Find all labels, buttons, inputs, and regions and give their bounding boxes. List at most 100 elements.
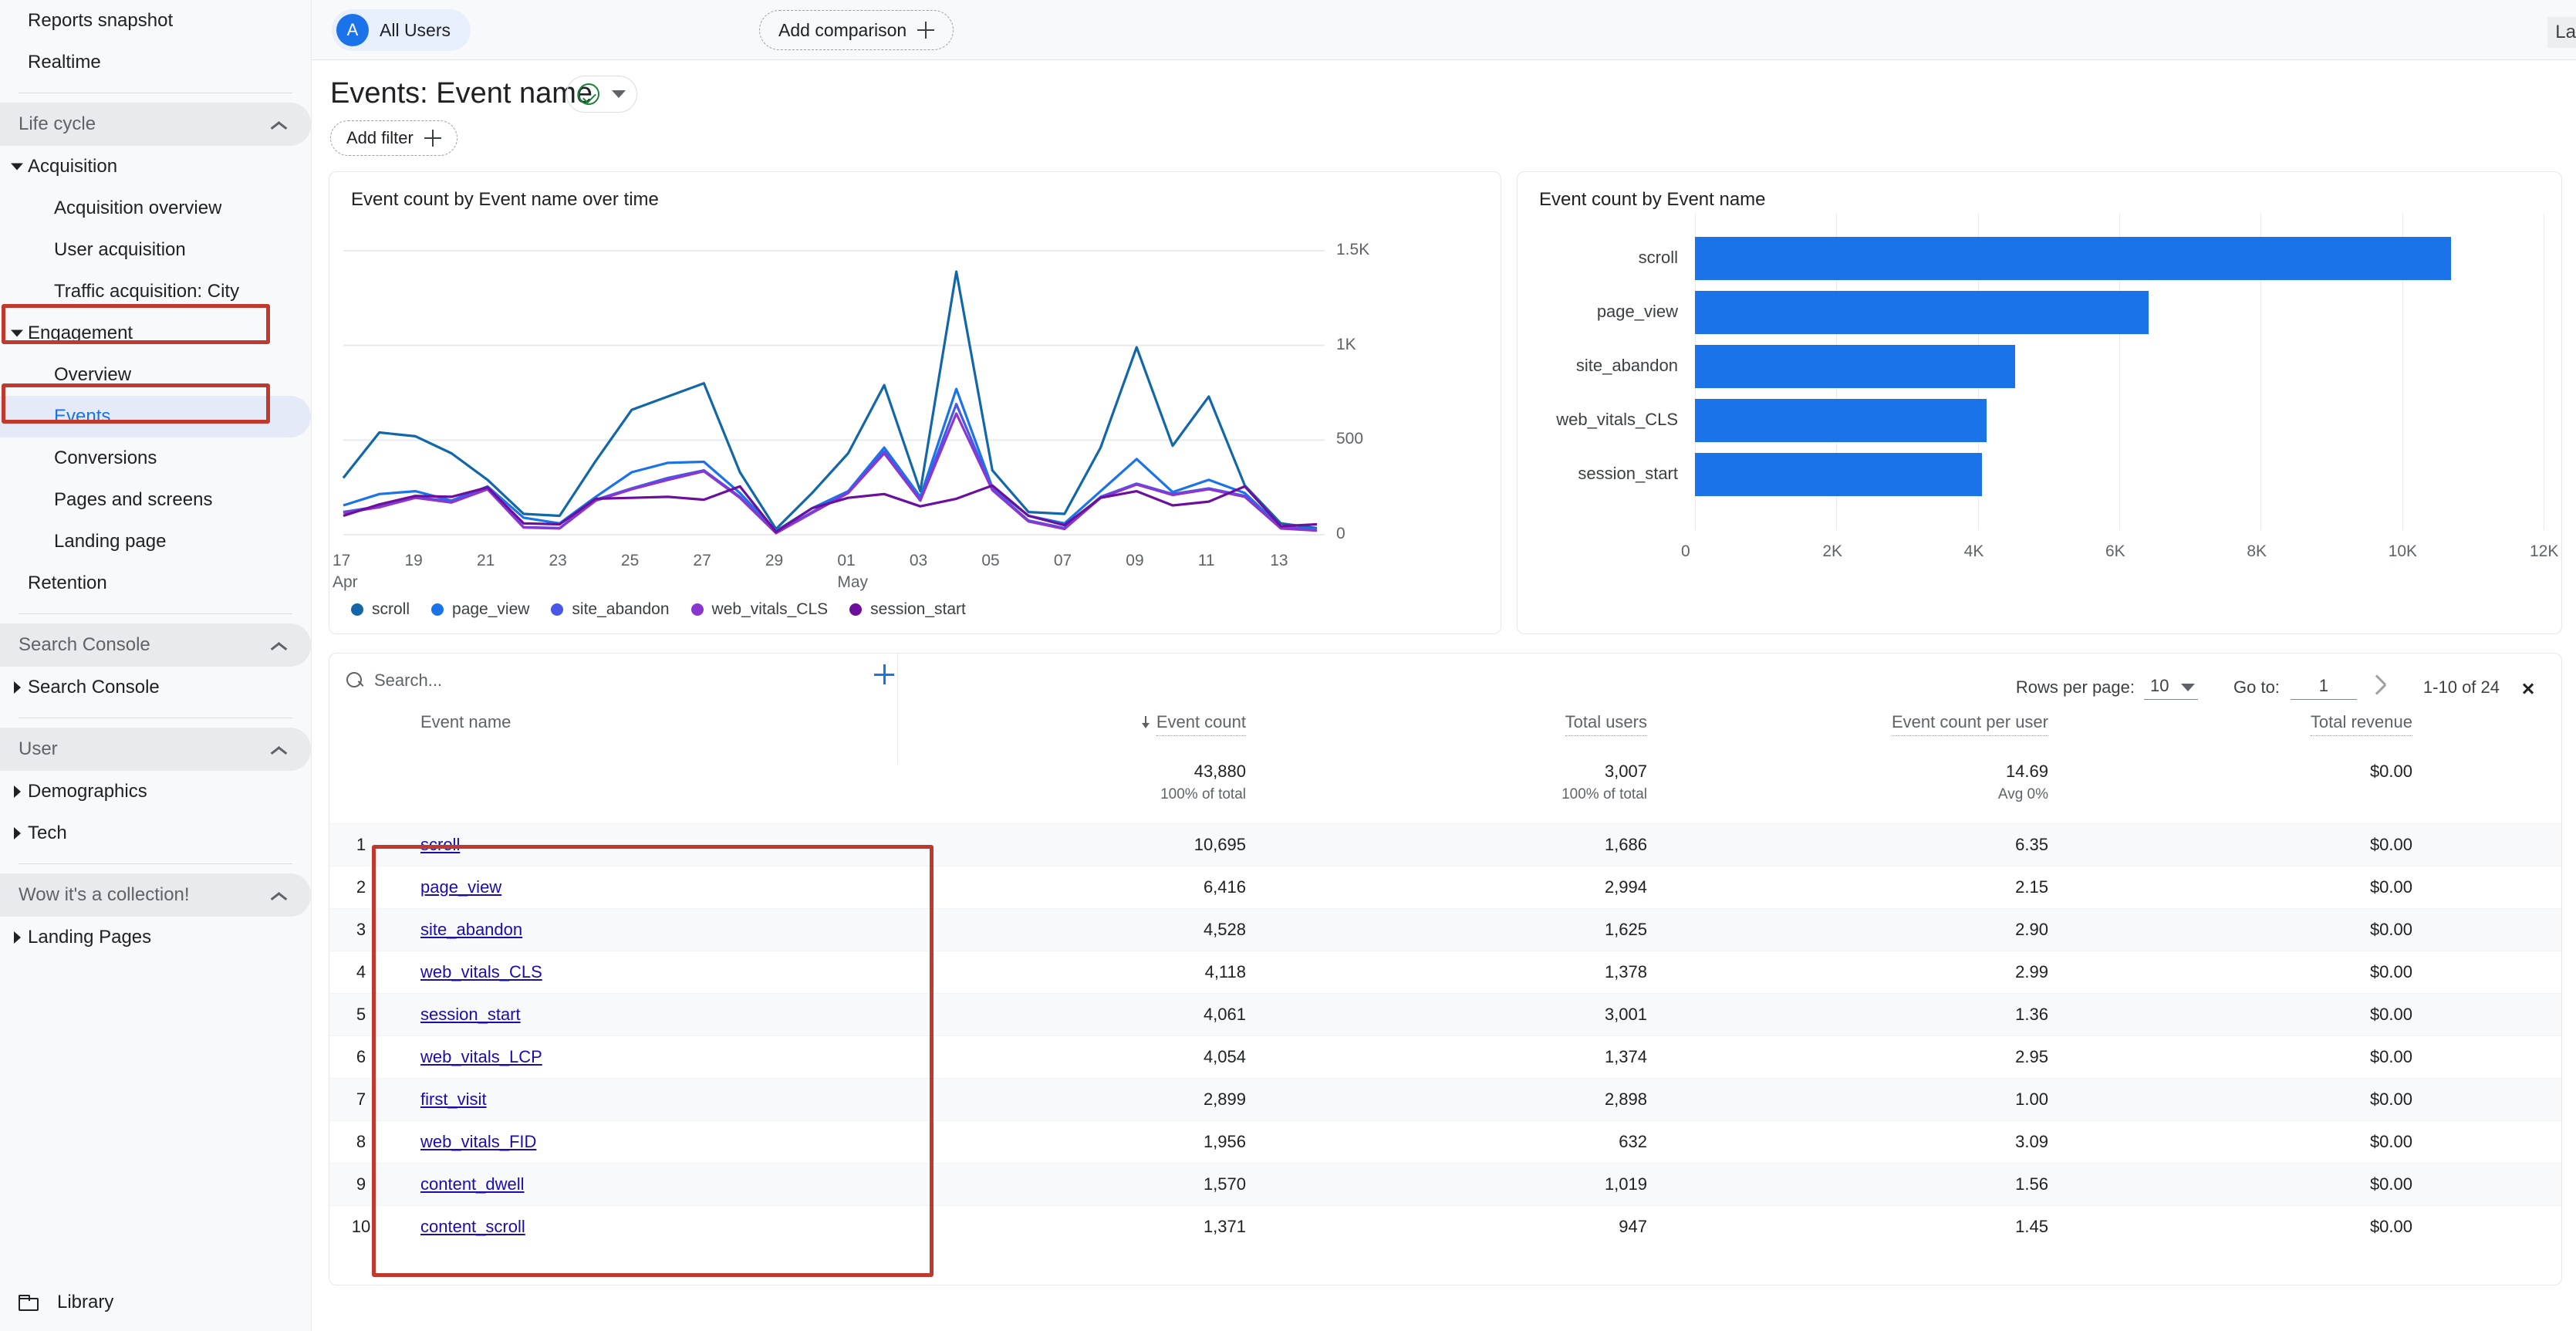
sidebar-item-reports-snapshot[interactable]: Reports snapshot (0, 0, 311, 42)
column-header-total-users[interactable]: Total users (1271, 712, 1672, 736)
next-page-button[interactable] (2514, 671, 2547, 704)
column-header-event-name[interactable]: Event name (393, 712, 869, 732)
event-name-link[interactable]: session_start (420, 1005, 521, 1024)
legend-item-web_vitals_CLS[interactable]: web_vitals_CLS (690, 600, 828, 619)
legend-item-session_start[interactable]: session_start (849, 600, 966, 619)
sidebar: Reports snapshot Realtime Life cycle Acq… (0, 0, 312, 1331)
table-header-row: Event name Event count Total users Event… (329, 712, 2561, 762)
table-row[interactable]: 3 site_abandon 4,528 1,625 2.90 $0.00 (329, 908, 2561, 951)
row-total-users: 1,374 (1604, 1047, 1647, 1066)
sidebar-item-label: Events (54, 406, 111, 427)
event-name-link[interactable]: content_dwell (420, 1174, 525, 1194)
column-header-event-count-per-user[interactable]: Event count per user (1672, 712, 2073, 736)
event-name-link[interactable]: web_vitals_LCP (420, 1047, 542, 1066)
bar-chart-bar[interactable] (1695, 237, 2452, 280)
sidebar-item-overview[interactable]: Overview (0, 354, 311, 396)
sidebar-item-acquisition[interactable]: Acquisition (0, 146, 311, 187)
sidebar-item-traffic-acquisition-city[interactable]: Traffic acquisition: City (0, 271, 311, 312)
event-name-link[interactable]: content_scroll (420, 1217, 525, 1236)
sidebar-section-user[interactable]: User (0, 728, 311, 771)
sidebar-section-wow-it-s-a-collection-[interactable]: Wow it's a collection! (0, 873, 311, 917)
sidebar-item-search-console[interactable]: Search Console (0, 667, 311, 708)
add-dimension-button[interactable] (874, 664, 894, 684)
table-row[interactable]: 5 session_start 4,061 3,001 1.36 $0.00 (329, 993, 2561, 1035)
audience-chip-all-users[interactable]: A All Users (332, 9, 471, 51)
date-range-selector[interactable]: La (2547, 17, 2576, 48)
row-total-users: 3,001 (1604, 1005, 1647, 1024)
legend-item-scroll[interactable]: scroll (351, 600, 410, 619)
sidebar-item-library[interactable]: Library (0, 1282, 311, 1323)
legend-label: page_view (452, 600, 530, 618)
table-row[interactable]: 8 web_vitals_FID 1,956 632 3.09 $0.00 (329, 1120, 2561, 1163)
sidebar-section-life-cycle[interactable]: Life cycle (0, 103, 311, 146)
table-row[interactable]: 9 content_dwell 1,570 1,019 1.56 $0.00 (329, 1163, 2561, 1205)
total-event-count-sub: 100% of total (1160, 786, 1246, 802)
previous-page-button[interactable] (2375, 671, 2409, 704)
sidebar-item-label: Landing Pages (28, 927, 152, 948)
bar-chart-category-label: session_start (1578, 464, 1678, 483)
event-name-link[interactable]: scroll (420, 835, 460, 854)
sidebar-item-label: Retention (28, 573, 107, 593)
add-filter-button[interactable]: Add filter (330, 120, 457, 156)
bar-chart-xtick: 0 (1681, 542, 1690, 560)
row-total-users: 947 (1619, 1217, 1647, 1236)
goto-page-input[interactable]: 1 (2290, 676, 2357, 700)
table-row[interactable]: 6 web_vitals_LCP 4,054 1,374 2.95 $0.00 (329, 1035, 2561, 1078)
sidebar-item-landing-pages[interactable]: Landing Pages (0, 917, 311, 958)
sidebar-item-user-acquisition[interactable]: User acquisition (0, 229, 311, 271)
bar-chart-bar[interactable] (1695, 345, 2016, 388)
sidebar-section-search-console[interactable]: Search Console (0, 623, 311, 667)
sidebar-item-acquisition-overview[interactable]: Acquisition overview (0, 187, 311, 229)
row-event-count-per-user: 3.09 (2015, 1132, 2048, 1151)
row-total-revenue: $0.00 (2369, 1132, 2412, 1151)
sidebar-item-label: Conversions (54, 448, 157, 468)
bar-chart-category-label: page_view (1596, 302, 1678, 321)
bar-chart-xtick: 10K (2388, 542, 2418, 560)
event-name-link[interactable]: web_vitals_CLS (420, 962, 542, 981)
sidebar-item-engagement[interactable]: Engagement (0, 312, 311, 354)
table-row[interactable]: 2 page_view 6,416 2,994 2.15 $0.00 (329, 866, 2561, 908)
sidebar-item-landing-page[interactable]: Landing page (0, 521, 311, 562)
legend-item-site_abandon[interactable]: site_abandon (551, 600, 670, 619)
sidebar-item-demographics[interactable]: Demographics (0, 771, 311, 812)
add-comparison-button[interactable]: Add comparison (759, 10, 954, 50)
sort-desc-icon (1141, 716, 1150, 730)
table-row[interactable]: 10 content_scroll 1,371 947 1.45 $0.00 (329, 1205, 2561, 1248)
sidebar-item-realtime[interactable]: Realtime (0, 42, 311, 83)
sidebar-item-events[interactable]: Events (0, 396, 311, 437)
sidebar-item-retention[interactable]: Retention (0, 562, 311, 604)
sidebar-item-label: Realtime (28, 52, 101, 73)
line-chart-plot[interactable] (329, 234, 1502, 573)
column-header-event-count[interactable]: Event count (869, 712, 1271, 736)
rows-per-page-value: 10 (2150, 675, 2169, 695)
sidebar-item-conversions[interactable]: Conversions (0, 437, 311, 479)
report-status-dropdown[interactable] (566, 76, 637, 113)
sidebar-section-label: Wow it's a collection! (19, 884, 190, 905)
legend-item-page_view[interactable]: page_view (431, 600, 529, 619)
row-event-count: 4,061 (1203, 1005, 1246, 1024)
table-row[interactable]: 4 web_vitals_CLS 4,118 1,378 2.99 $0.00 (329, 951, 2561, 993)
search-input[interactable]: Search... (346, 671, 442, 691)
event-name-link[interactable]: page_view (420, 877, 501, 897)
bar-chart-bar[interactable] (1695, 291, 2149, 334)
sidebar-item-label: Demographics (28, 781, 147, 802)
rows-per-page-select[interactable]: 10 (2144, 676, 2198, 700)
sidebar-item-label: Acquisition overview (54, 198, 222, 218)
line-chart-xtick: 23 (549, 552, 567, 569)
sidebar-nav: Reports snapshot Realtime Life cycle Acq… (0, 0, 311, 958)
event-name-link[interactable]: site_abandon (420, 920, 522, 939)
row-total-revenue: $0.00 (2369, 1174, 2412, 1194)
line-chart-xtick: 19 (404, 552, 423, 569)
page-range-label: 1-10 of 24 (2422, 677, 2500, 697)
event-name-link[interactable]: web_vitals_FID (420, 1132, 536, 1151)
sidebar-item-pages-and-screens[interactable]: Pages and screens (0, 479, 311, 521)
bar-chart-bar[interactable] (1695, 453, 1983, 496)
table-row[interactable]: 1 scroll 10,695 1,686 6.35 $0.00 (329, 823, 2561, 866)
line-chart-ytick: 500 (1336, 430, 1364, 448)
column-header-total-revenue[interactable]: Total revenue (2073, 712, 2437, 736)
bar-chart-bar[interactable] (1695, 399, 1987, 442)
event-name-link[interactable]: first_visit (420, 1089, 487, 1109)
row-rank: 3 (356, 920, 366, 939)
table-row[interactable]: 7 first_visit 2,899 2,898 1.00 $0.00 (329, 1078, 2561, 1120)
sidebar-item-tech[interactable]: Tech (0, 812, 311, 854)
